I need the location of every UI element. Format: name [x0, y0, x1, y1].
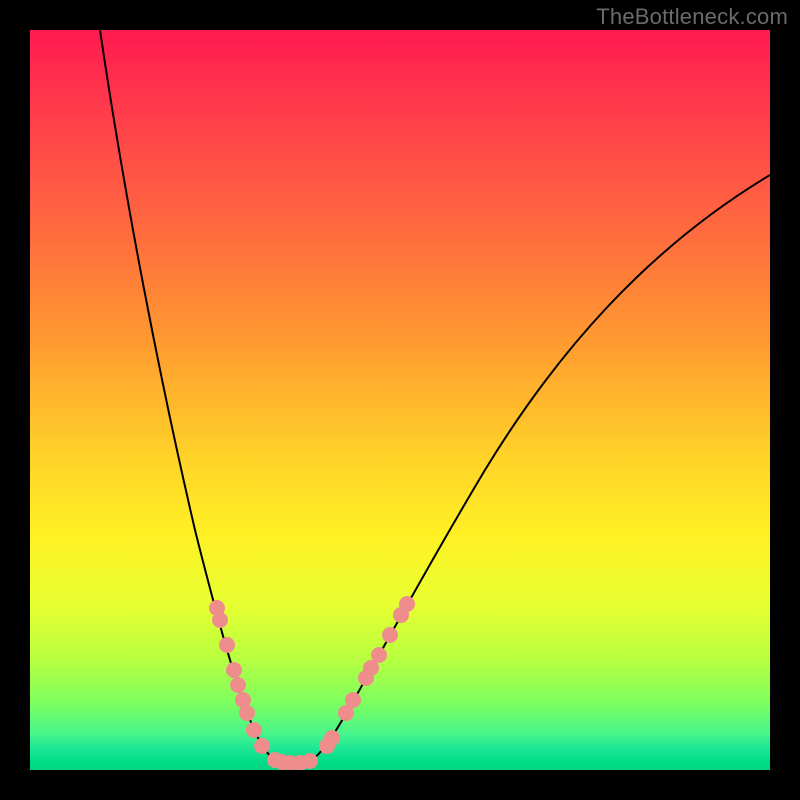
data-point	[254, 738, 270, 754]
data-point	[302, 753, 318, 769]
data-point	[399, 596, 415, 612]
data-point	[219, 637, 235, 653]
watermark-text: TheBottleneck.com	[596, 4, 788, 30]
data-point	[371, 647, 387, 663]
data-point	[246, 722, 262, 738]
chart-container: TheBottleneck.com	[0, 0, 800, 800]
data-point	[212, 612, 228, 628]
data-point	[230, 677, 246, 693]
data-point	[226, 662, 242, 678]
left-curve	[100, 30, 276, 761]
data-point	[382, 627, 398, 643]
plot-area	[30, 30, 770, 770]
dots-group	[209, 596, 415, 770]
chart-svg	[30, 30, 770, 770]
data-point	[239, 705, 255, 721]
right-curve	[310, 175, 770, 761]
data-point	[345, 692, 361, 708]
data-point	[324, 730, 340, 746]
